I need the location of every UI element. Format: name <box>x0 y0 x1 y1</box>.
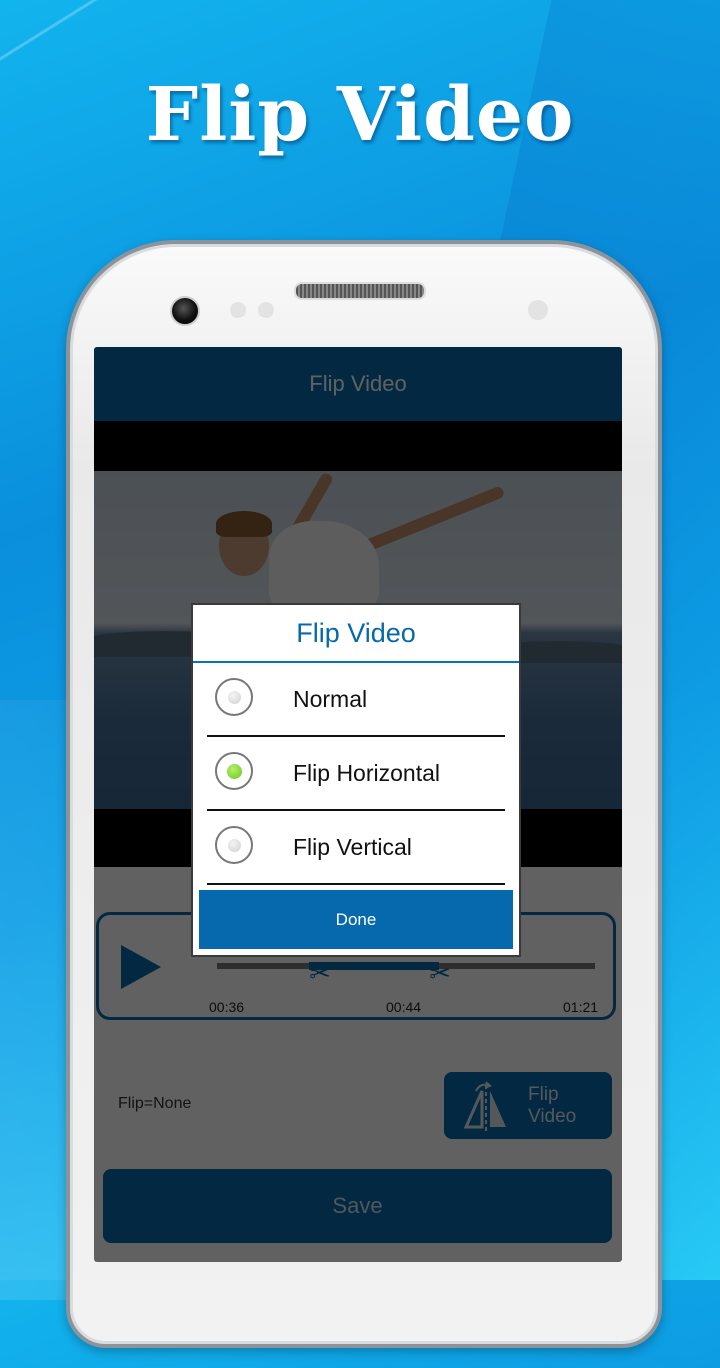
phone-sensor <box>528 300 548 320</box>
option-label: Flip Vertical <box>293 833 412 860</box>
option-label: Flip Horizontal <box>293 759 440 786</box>
flip-dialog: Flip Video Normal Flip Horizontal Flip V… <box>191 603 521 957</box>
done-button[interactable]: Done <box>199 890 513 949</box>
phone-sensor <box>230 302 246 318</box>
radio-flip-horizontal[interactable] <box>215 752 253 790</box>
promo-headline: Flip Video <box>145 72 575 158</box>
option-normal[interactable]: Normal <box>207 663 505 737</box>
phone-sensor <box>258 302 274 318</box>
radio-dot-selected <box>227 764 242 779</box>
radio-dot <box>228 691 241 704</box>
radio-normal[interactable] <box>215 678 253 716</box>
option-label: Normal <box>293 685 368 712</box>
option-flip-vertical[interactable]: Flip Vertical <box>207 811 505 885</box>
radio-flip-vertical[interactable] <box>215 826 253 864</box>
dialog-title: Flip Video <box>193 605 519 663</box>
app-screen: Flip Video ✂ ✂ 00:36 00:44 01:21 Flip=No… <box>94 347 622 1262</box>
phone-speaker <box>294 282 426 300</box>
option-flip-horizontal[interactable]: Flip Horizontal <box>207 737 505 811</box>
radio-dot <box>228 839 241 852</box>
phone-camera <box>170 296 200 326</box>
